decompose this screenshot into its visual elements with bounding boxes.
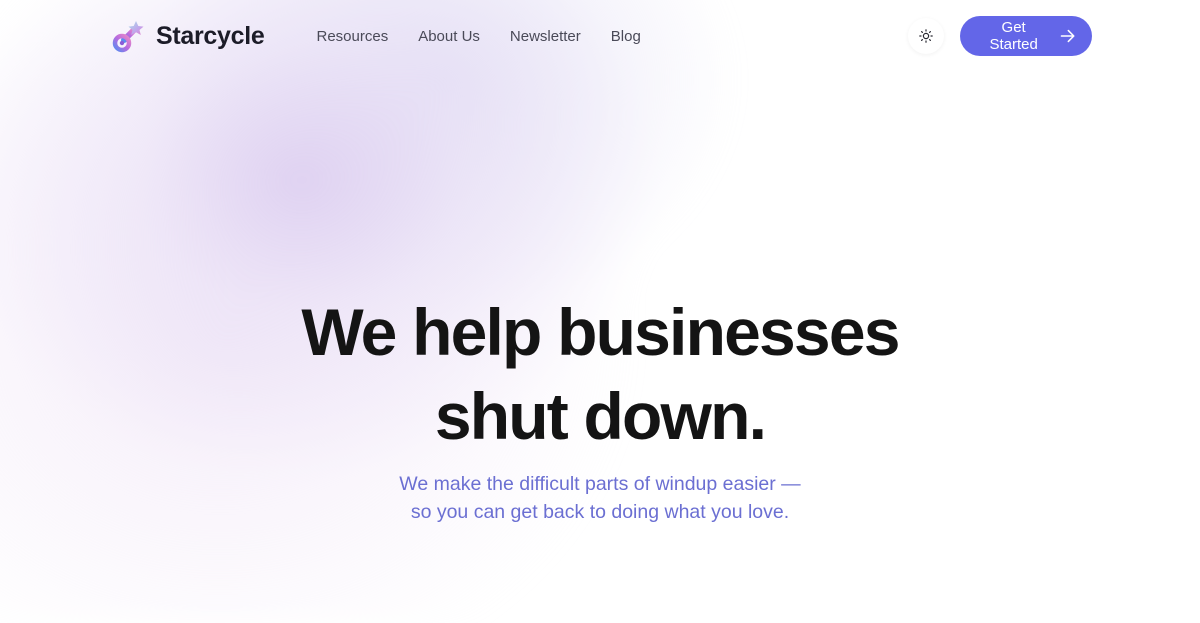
nav-actions: Get Started xyxy=(908,16,1092,56)
sun-icon xyxy=(919,29,933,43)
landing-page: Starcycle Resources About Us Newsletter … xyxy=(0,0,1200,623)
arrow-right-icon xyxy=(1060,29,1075,43)
get-started-label: Get Started xyxy=(989,19,1038,53)
brand-home-link[interactable]: Starcycle xyxy=(110,18,265,54)
starcycle-logo-icon xyxy=(112,21,144,53)
nav-link-newsletter[interactable]: Newsletter xyxy=(510,28,581,45)
hero-section: We help businesses shut down. We make th… xyxy=(0,290,1200,526)
nav-link-resources[interactable]: Resources xyxy=(317,28,389,45)
hero-subtitle-line-2: so you can get back to doing what you lo… xyxy=(410,501,790,523)
hero-headline: We help businesses shut down. xyxy=(0,290,1200,458)
nav-link-blog[interactable]: Blog xyxy=(611,28,641,45)
nav-link-about-us[interactable]: About Us xyxy=(418,28,480,45)
hero-headline-line-2: shut down. xyxy=(434,379,767,453)
hero-subtitle: We make the difficult parts of windup ea… xyxy=(0,470,1200,526)
hero-headline-line-1: We help businesses xyxy=(301,295,900,369)
nav-links: Resources About Us Newsletter Blog xyxy=(317,28,641,45)
top-navigation: Starcycle Resources About Us Newsletter … xyxy=(0,0,1200,72)
brand-name: Starcycle xyxy=(156,21,265,50)
get-started-button[interactable]: Get Started xyxy=(960,16,1092,56)
hero-subtitle-line-1: We make the difficult parts of windup ea… xyxy=(399,473,801,495)
theme-toggle-button[interactable] xyxy=(908,18,944,54)
